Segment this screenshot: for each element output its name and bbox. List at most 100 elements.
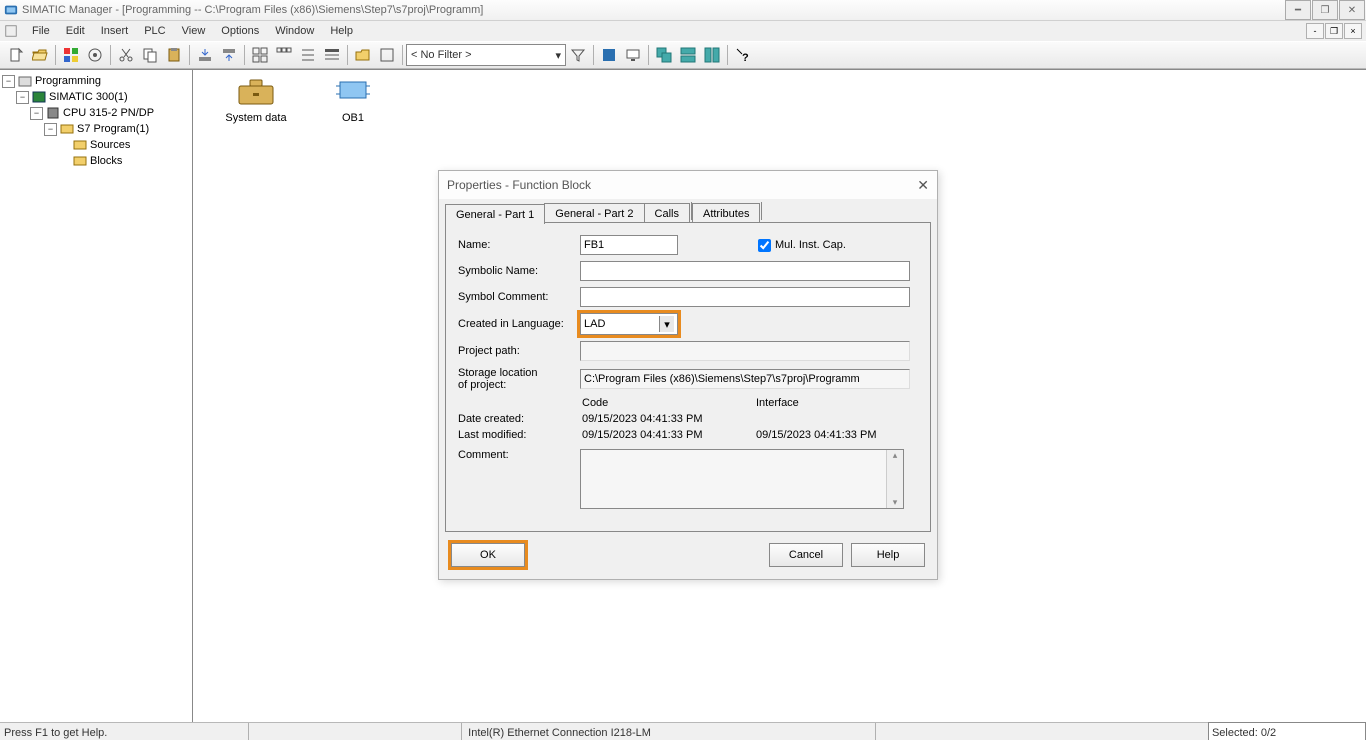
filter-dropdown[interactable]: < No Filter > ▾ xyxy=(406,44,566,66)
tree-station-label[interactable]: SIMATIC 300(1) xyxy=(49,91,128,103)
doc-icon xyxy=(4,24,18,38)
symbolic-name-input[interactable] xyxy=(580,261,910,281)
grid-big-icon[interactable] xyxy=(249,44,271,66)
nav-ref-icon[interactable] xyxy=(376,44,398,66)
filter-icon[interactable] xyxy=(567,44,589,66)
tree-blocks-label[interactable]: Blocks xyxy=(90,155,122,167)
tree-program-label[interactable]: S7 Program(1) xyxy=(77,123,149,135)
mul-inst-cap-checkbox[interactable]: Mul. Inst. Cap. xyxy=(754,236,846,255)
chevron-down-icon[interactable]: ▾ xyxy=(659,316,674,332)
menu-help[interactable]: Help xyxy=(322,23,361,39)
name-input[interactable] xyxy=(580,235,678,255)
mdi-minimize-button[interactable]: - xyxy=(1306,23,1324,39)
cpu-icon xyxy=(45,106,61,120)
details-icon[interactable] xyxy=(321,44,343,66)
menu-options[interactable]: Options xyxy=(213,23,267,39)
menu-plc[interactable]: PLC xyxy=(136,23,173,39)
menu-file[interactable]: File xyxy=(24,23,58,39)
tab-calls[interactable]: Calls xyxy=(644,203,690,223)
menu-window[interactable]: Window xyxy=(267,23,322,39)
label-storage: Storage locationof project: xyxy=(458,367,580,391)
cut-icon[interactable] xyxy=(115,44,137,66)
item-label: OB1 xyxy=(308,112,398,124)
label-name: Name: xyxy=(458,239,580,251)
comment-textarea[interactable]: ▴▾ xyxy=(580,449,904,509)
briefcase-icon xyxy=(235,76,277,108)
tree-cpu-label[interactable]: CPU 315-2 PN/DP xyxy=(63,107,154,119)
tab-strip: General - Part 1 General - Part 2 Calls … xyxy=(439,199,937,223)
project-icon xyxy=(17,74,33,88)
paste-icon[interactable] xyxy=(163,44,185,66)
title-bar: SIMATIC Manager - [Programming -- C:\Pro… xyxy=(0,0,1366,21)
dialog-close-button[interactable]: ✕ xyxy=(917,177,929,194)
status-box xyxy=(248,723,321,740)
ok-button[interactable]: OK xyxy=(451,543,525,567)
mdi-restore-button[interactable]: ❐ xyxy=(1325,23,1343,39)
tab-attributes[interactable]: Attributes xyxy=(692,203,760,223)
monitor-icon[interactable] xyxy=(622,44,644,66)
label-last-modified: Last modified: xyxy=(458,429,582,441)
expand-toggle[interactable]: − xyxy=(30,107,43,120)
sim-icon[interactable] xyxy=(598,44,620,66)
scrollbar[interactable]: ▴▾ xyxy=(886,450,903,508)
tab-general-2[interactable]: General - Part 2 xyxy=(544,203,644,223)
list-icon[interactable] xyxy=(297,44,319,66)
new-icon[interactable] xyxy=(5,44,27,66)
window-overlap-icon[interactable] xyxy=(653,44,675,66)
window-tile-h-icon[interactable] xyxy=(677,44,699,66)
symbol-comment-input[interactable] xyxy=(580,287,910,307)
tree-sources-label[interactable]: Sources xyxy=(90,139,130,151)
help-icon[interactable]: ? xyxy=(732,44,754,66)
tab-general-1[interactable]: General - Part 1 xyxy=(445,204,545,224)
header-code: Code xyxy=(582,397,756,409)
maximize-button[interactable]: ❐ xyxy=(1312,0,1338,20)
menu-insert[interactable]: Insert xyxy=(93,23,137,39)
menu-edit[interactable]: Edit xyxy=(58,23,93,39)
project-path-field xyxy=(580,341,910,361)
header-interface: Interface xyxy=(756,397,918,409)
menu-view[interactable]: View xyxy=(174,23,214,39)
item-ob1[interactable]: OB1 xyxy=(308,76,398,124)
station-icon xyxy=(31,90,47,104)
blocks-icon xyxy=(72,154,88,168)
item-system-data[interactable]: System data xyxy=(211,76,301,124)
target-icon[interactable] xyxy=(84,44,106,66)
expand-toggle[interactable]: − xyxy=(44,123,57,136)
status-selection: Selected: 0/2 xyxy=(1208,722,1366,740)
window-tile-v-icon[interactable] xyxy=(701,44,723,66)
upload-icon[interactable] xyxy=(218,44,240,66)
copy-icon[interactable] xyxy=(139,44,161,66)
mdi-close-button[interactable]: × xyxy=(1344,23,1362,39)
status-box xyxy=(875,723,1068,740)
project-tree[interactable]: −Programming −SIMATIC 300(1) −CPU 315-2 … xyxy=(0,70,193,722)
tab-separator xyxy=(761,202,762,220)
help-button[interactable]: Help xyxy=(851,543,925,567)
close-button[interactable]: ✕ xyxy=(1339,0,1365,20)
cancel-button[interactable]: Cancel xyxy=(769,543,843,567)
label-project-path: Project path: xyxy=(458,345,580,357)
app-icon xyxy=(4,3,18,17)
status-nic: Intel(R) Ethernet Connection I218-LM xyxy=(461,723,734,740)
folder-nav-icon[interactable] xyxy=(352,44,374,66)
language-dropdown[interactable]: LAD ▾ xyxy=(580,313,678,335)
label-symbol-comment: Symbol Comment: xyxy=(458,291,580,303)
tree-root-label[interactable]: Programming xyxy=(35,75,101,87)
download-icon[interactable] xyxy=(194,44,216,66)
dialog-titlebar[interactable]: Properties - Function Block ✕ xyxy=(439,171,937,199)
label-language: Created in Language: xyxy=(458,318,580,330)
window-title: SIMATIC Manager - [Programming -- C:\Pro… xyxy=(22,4,483,16)
minimize-button[interactable]: ━ xyxy=(1285,0,1311,20)
properties-dialog: Properties - Function Block ✕ General - … xyxy=(438,170,938,580)
s7-icon xyxy=(59,122,75,136)
grid-small-icon[interactable] xyxy=(273,44,295,66)
expand-toggle[interactable]: − xyxy=(2,75,15,88)
expand-toggle[interactable]: − xyxy=(16,91,29,104)
status-bar: Press F1 to get Help. Intel(R) Ethernet … xyxy=(0,722,1366,740)
windows-icon[interactable] xyxy=(60,44,82,66)
menu-bar: File Edit Insert PLC View Options Window… xyxy=(0,21,1366,41)
language-value: LAD xyxy=(584,318,605,330)
filter-value: < No Filter > xyxy=(411,49,472,61)
open-icon[interactable] xyxy=(29,44,51,66)
content-pane[interactable]: System data OB1 Properties - Function Bl… xyxy=(193,70,1366,722)
chevron-down-icon: ▾ xyxy=(555,49,561,62)
